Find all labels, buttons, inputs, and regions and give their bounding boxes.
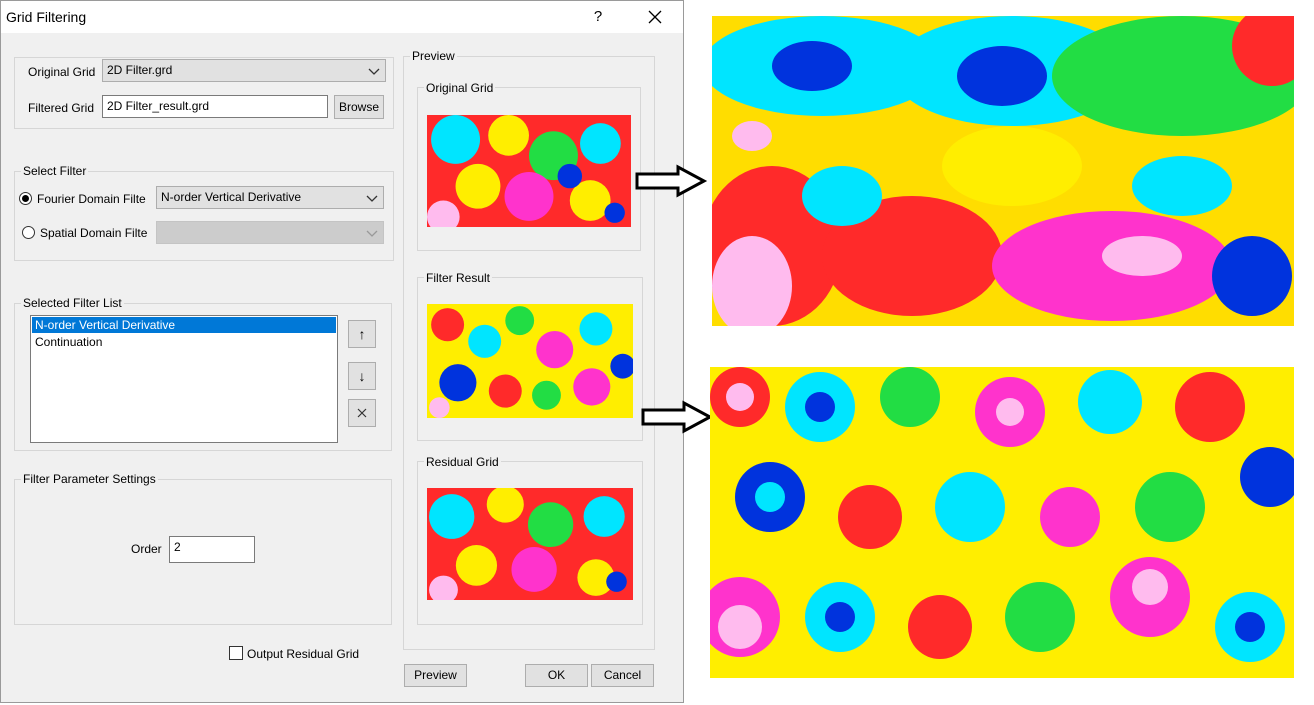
original-grid-combo[interactable]: 2D Filter.grd [102, 59, 386, 82]
original-grid-label: Original Grid [28, 65, 96, 79]
fourier-filter-value: N-order Vertical Derivative [161, 190, 302, 204]
move-down-button[interactable]: ↓ [348, 362, 376, 390]
filter-result-large-map [710, 367, 1294, 678]
grid-filtering-dialog: Grid Filtering ? Original Grid 2D Filter… [0, 0, 684, 703]
remove-filter-button[interactable] [348, 399, 376, 427]
list-item[interactable]: Continuation [32, 334, 336, 350]
output-residual-label[interactable]: Output Residual Grid [247, 647, 359, 661]
select-filter-title: Select Filter [21, 164, 89, 178]
fourier-label[interactable]: Fourier Domain Filte [37, 192, 153, 206]
close-button[interactable] [643, 7, 667, 27]
spatial-radio[interactable] [22, 226, 35, 239]
fourier-radio[interactable] [19, 192, 32, 205]
filter-result-thumbnail [427, 304, 633, 418]
original-preview-title: Original Grid [424, 81, 496, 95]
ok-button[interactable]: OK [525, 664, 588, 687]
result-preview-title: Filter Result [424, 271, 493, 285]
right-arrow-icon [641, 400, 714, 434]
output-residual-checkbox[interactable] [229, 646, 243, 660]
list-item[interactable]: N-order Vertical Derivative [32, 317, 336, 333]
residual-preview-title: Residual Grid [424, 455, 501, 469]
browse-button[interactable]: Browse [334, 95, 384, 119]
title-bar: Grid Filtering ? [1, 1, 683, 33]
filtered-grid-label: Filtered Grid [28, 101, 95, 115]
help-button[interactable]: ? [587, 7, 609, 27]
original-grid-large-map [712, 16, 1294, 326]
chevron-down-icon [366, 230, 378, 237]
cancel-button[interactable]: Cancel [591, 664, 654, 687]
order-field[interactable]: 2 [169, 536, 255, 563]
original-grid-value: 2D Filter.grd [107, 63, 173, 77]
select-filter-group [14, 171, 394, 261]
spatial-label[interactable]: Spatial Domain Filte [40, 226, 153, 240]
filter-params-title: Filter Parameter Settings [21, 472, 158, 486]
selected-filter-listbox[interactable]: N-order Vertical Derivative Continuation [30, 315, 338, 443]
right-arrow-icon [635, 164, 708, 198]
move-up-button[interactable]: ↑ [348, 320, 376, 348]
filtered-grid-field[interactable]: 2D Filter_result.grd [102, 95, 328, 118]
residual-grid-thumbnail [427, 488, 633, 600]
preview-button[interactable]: Preview [404, 664, 467, 687]
remove-icon [357, 408, 367, 418]
window-title: Grid Filtering [6, 9, 87, 25]
chevron-down-icon [366, 195, 378, 202]
spatial-filter-combo[interactable] [156, 221, 384, 244]
preview-title: Preview [410, 49, 457, 63]
order-label: Order [131, 542, 162, 556]
filter-list-title: Selected Filter List [21, 296, 124, 310]
original-grid-thumbnail [427, 115, 631, 227]
close-icon [648, 10, 662, 24]
fourier-filter-combo[interactable]: N-order Vertical Derivative [156, 186, 384, 209]
chevron-down-icon [368, 68, 380, 75]
